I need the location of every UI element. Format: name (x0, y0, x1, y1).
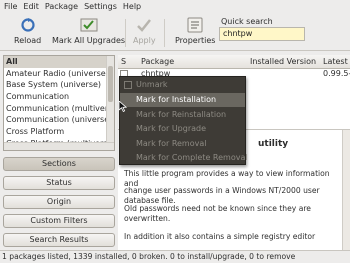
menu-file[interactable]: File (1, 0, 20, 13)
status-bar: 1 packages listed, 1339 installed, 0 bro… (0, 250, 350, 263)
column-installed-header[interactable]: Installed Version (250, 57, 316, 66)
properties-button[interactable]: Properties (175, 17, 215, 45)
section-item[interactable]: Communication (4, 91, 114, 103)
reload-icon (19, 17, 37, 33)
context-mark-complete-removal[interactable]: Mark for Complete Removal (120, 151, 248, 165)
sections-filter-button[interactable]: Sections (3, 157, 115, 171)
section-item[interactable]: Amateur Radio (universe) (4, 68, 114, 80)
package-table-header: S Package Installed Version Latest (118, 55, 350, 69)
custom-filters-button[interactable]: Custom Filters (3, 214, 115, 228)
properties-icon (186, 17, 204, 33)
apply-button[interactable]: Apply (133, 17, 156, 45)
status-filter-button[interactable]: Status (3, 176, 115, 190)
description-scrollbar[interactable] (342, 130, 350, 250)
toolbar: Reload Mark All Upgrades Apply Propertie… (0, 13, 350, 51)
search-results-button[interactable]: Search Results (3, 233, 115, 247)
origin-filter-button[interactable]: Origin (3, 195, 115, 209)
context-mark-reinstall[interactable]: Mark for Reinstallation (120, 108, 245, 122)
section-list[interactable]: All Amateur Radio (universe) Base System… (3, 55, 115, 151)
reload-label: Reload (14, 36, 42, 45)
menu-edit[interactable]: Edit (20, 0, 42, 13)
toolbar-separator (125, 19, 126, 47)
mark-all-label: Mark All Upgrades (52, 36, 126, 45)
column-latest-header[interactable]: Latest (323, 57, 348, 66)
apply-label: Apply (133, 36, 156, 45)
section-list-hscrollbar[interactable] (4, 142, 114, 150)
toolbar-separator (164, 19, 165, 47)
menu-settings[interactable]: Settings (81, 0, 120, 13)
apply-icon (135, 17, 153, 33)
section-item[interactable]: Communication (universe) (4, 114, 114, 126)
section-item[interactable]: Base System (universe) (4, 79, 114, 91)
properties-label: Properties (175, 36, 216, 45)
context-unmark-label: Unmark (136, 80, 168, 89)
column-package-header[interactable]: Package (141, 57, 174, 66)
description-paragraph: In addition it also contains a simple re… (124, 232, 316, 241)
menu-help[interactable]: Help (120, 0, 144, 13)
column-status-header[interactable]: S (121, 57, 126, 66)
section-item[interactable]: Communication (multiverse) (4, 103, 114, 115)
description-title: utility (258, 139, 289, 149)
description-paragraph: change user passwords in a Windows NT/20… (124, 186, 320, 205)
unmark-checkbox-icon (124, 81, 132, 89)
latest-version: 0.99.5- (323, 69, 350, 78)
context-mark-install[interactable]: Mark for Installation (120, 93, 245, 107)
reload-button[interactable]: Reload (14, 17, 41, 45)
quick-search-input[interactable]: chntpw (219, 27, 305, 41)
mark-all-upgrades-button[interactable]: Mark All Upgrades (52, 17, 125, 45)
scrollbar-thumb[interactable] (108, 66, 113, 102)
quick-search-label: Quick search (221, 17, 273, 26)
section-item[interactable]: Cross Platform (4, 126, 114, 138)
menu-package[interactable]: Package (42, 0, 81, 13)
context-mark-removal[interactable]: Mark for Removal (120, 137, 245, 151)
section-list-vscrollbar[interactable] (106, 56, 114, 150)
mark-upgrades-icon (80, 17, 98, 33)
section-item-all[interactable]: All (4, 56, 114, 68)
context-unmark[interactable]: Unmark (120, 78, 245, 92)
description-paragraph: Old passwords need not be known since th… (124, 204, 311, 223)
menubar: File Edit Package Settings Help (0, 0, 350, 13)
context-mark-upgrade[interactable]: Mark for Upgrade (120, 122, 245, 136)
package-context-menu: Unmark Mark for Installation Mark for Re… (119, 76, 248, 165)
